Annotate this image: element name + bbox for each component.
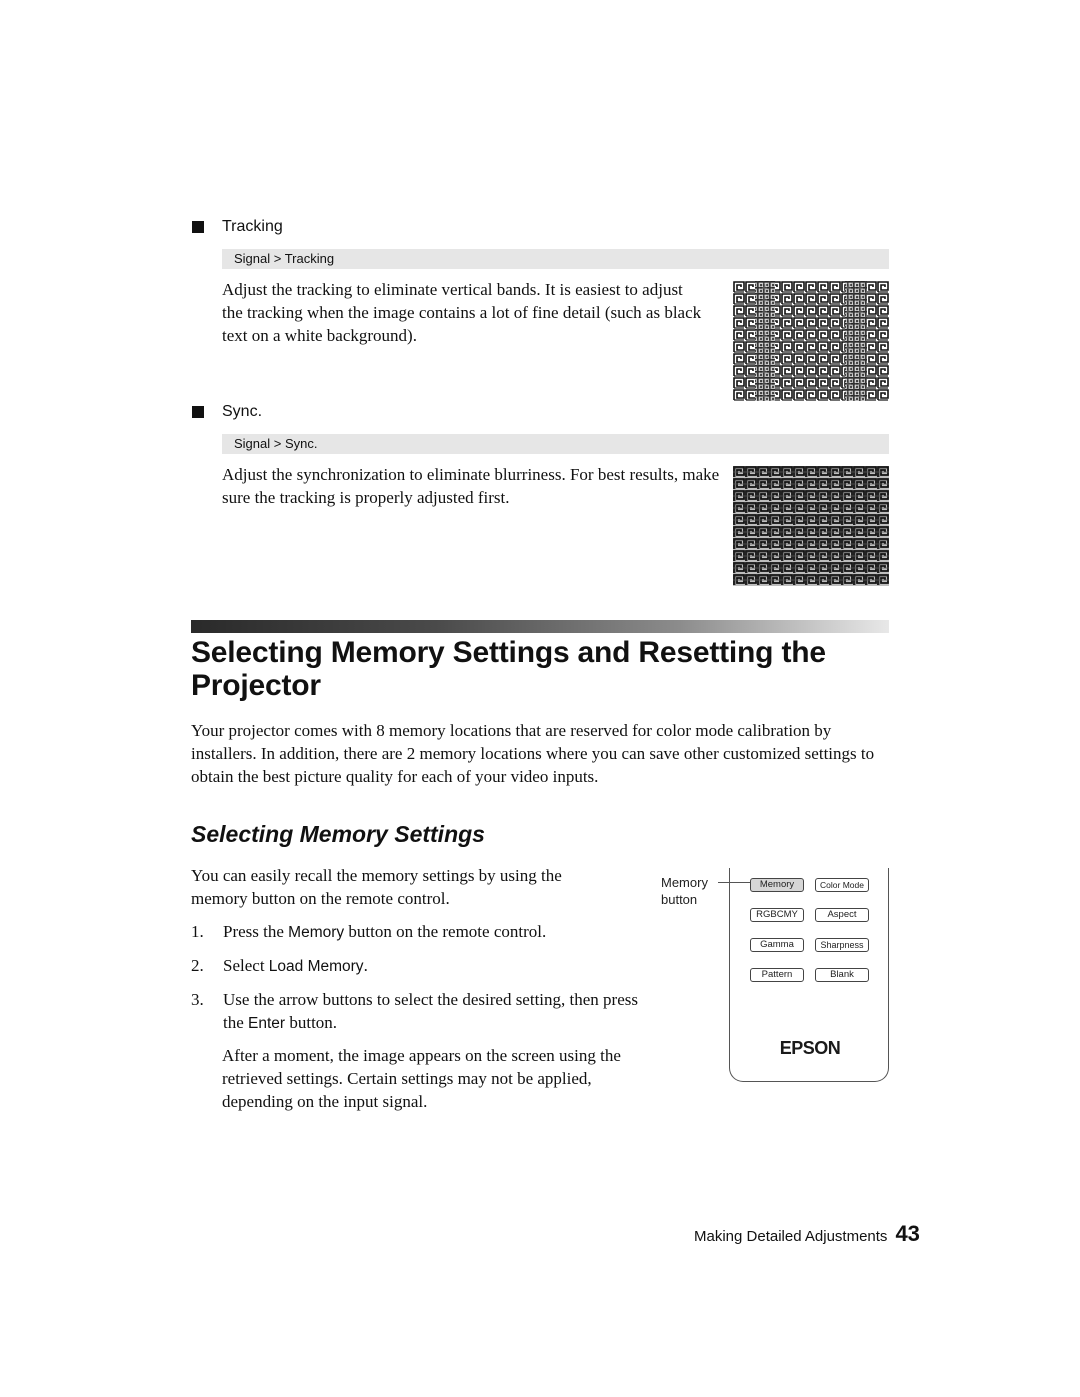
tracking-description: Adjust the tracking to eliminate vertica… <box>222 280 702 345</box>
sync-pattern-svg <box>733 466 889 586</box>
callout-line-2: button <box>661 892 698 907</box>
step-text-pre: Select <box>223 956 269 975</box>
intro-paragraph: Your projector comes with 8 memory locat… <box>191 721 875 786</box>
steps-list: 1. Press the Memory button on the remote… <box>191 920 651 1045</box>
step-ui-term: Enter <box>248 1015 286 1032</box>
step-text-post: . <box>363 956 368 975</box>
sync-menu-path: Signal > Sync. <box>222 434 889 454</box>
remote-button-memory: Memory <box>750 878 804 892</box>
step-text-post: button on the remote control. <box>344 922 547 941</box>
tracking-menu-path: Signal > Tracking <box>222 249 889 269</box>
page-number: 43 <box>895 1221 920 1246</box>
remote-control-illustration: Memory Color Mode RGBCMY Aspect Gamma Sh… <box>729 868 889 1082</box>
remote-button-pattern: Pattern <box>750 968 804 982</box>
remote-button-blank: Blank <box>815 968 869 982</box>
remote-button-color-mode: Color Mode <box>815 878 869 892</box>
sync-pattern-image <box>733 466 889 586</box>
step-ui-term: Load Memory <box>268 958 364 975</box>
main-heading: Selecting Memory Settings and Resetting … <box>191 636 826 702</box>
remote-button-sharpness: Sharpness <box>815 938 869 952</box>
after-note: After a moment, the image appears on the… <box>222 1046 621 1111</box>
step-number: 2. <box>191 956 204 975</box>
sub-intro-paragraph: You can easily recall the memory setting… <box>191 866 562 908</box>
step-text-pre: Press the <box>223 922 289 941</box>
remote-button-rgbcmy: RGBCMY <box>750 908 804 922</box>
sync-description: Adjust the synchronization to eliminate … <box>222 465 720 507</box>
tracking-heading: Tracking <box>222 218 283 235</box>
step-text-post: button. <box>285 1013 338 1032</box>
epson-logo: EPSON <box>779 1038 841 1058</box>
sync-heading: Sync. <box>222 403 263 420</box>
step-ui-term: Memory <box>288 924 345 941</box>
step-number: 1. <box>191 922 204 941</box>
step-item: 3. Use the arrow buttons to select the d… <box>191 988 643 1035</box>
sub-heading: Selecting Memory Settings <box>191 821 485 847</box>
section-divider-bar <box>191 620 889 633</box>
step-number: 3. <box>191 990 204 1009</box>
callout-line-1: Memory <box>661 875 708 890</box>
remote-callout-label: Memory button <box>661 874 708 908</box>
tracking-pattern-svg <box>733 281 889 401</box>
remote-button-gamma: Gamma <box>750 938 804 952</box>
step-item: 1. Press the Memory button on the remote… <box>191 920 651 944</box>
page-footer: Making Detailed Adjustments 43 <box>694 1221 920 1247</box>
chapter-title: Making Detailed Adjustments <box>694 1228 888 1245</box>
bullet-square <box>192 406 204 418</box>
step-item: 2. Select Load Memory. <box>191 954 651 978</box>
bullet-square <box>192 221 204 233</box>
remote-button-aspect: Aspect <box>815 908 869 922</box>
tracking-pattern-image <box>733 281 889 401</box>
